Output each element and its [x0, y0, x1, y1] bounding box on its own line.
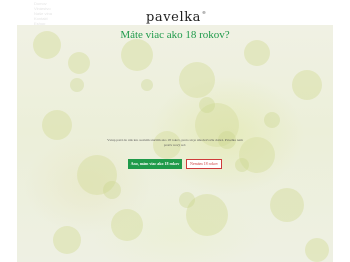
age-verification-dialog: Máte viac ako 18 rokov? Vstup patrí do r… — [17, 25, 333, 262]
decline-age-button[interactable]: Nemám 18 rokov — [186, 159, 222, 169]
age-gate-message: Vstup patrí do rúk len osobám starším ak… — [107, 138, 243, 147]
confirm-age-button[interactable]: Ano, mám viac ako 18 rokov — [128, 159, 182, 169]
logo-text: pavelka — [145, 10, 202, 25]
pavelka-logo[interactable]: pavelka® — [145, 5, 207, 25]
site-header: Domov Vinárstvo Naše vína Kontakt Eshop … — [0, 0, 350, 26]
top-nav: Domov Vinárstvo Naše vína Kontakt Eshop — [34, 1, 104, 26]
age-question-heading: Máte viac ako 18 rokov? — [120, 29, 230, 41]
registered-mark: ® — [202, 10, 207, 15]
